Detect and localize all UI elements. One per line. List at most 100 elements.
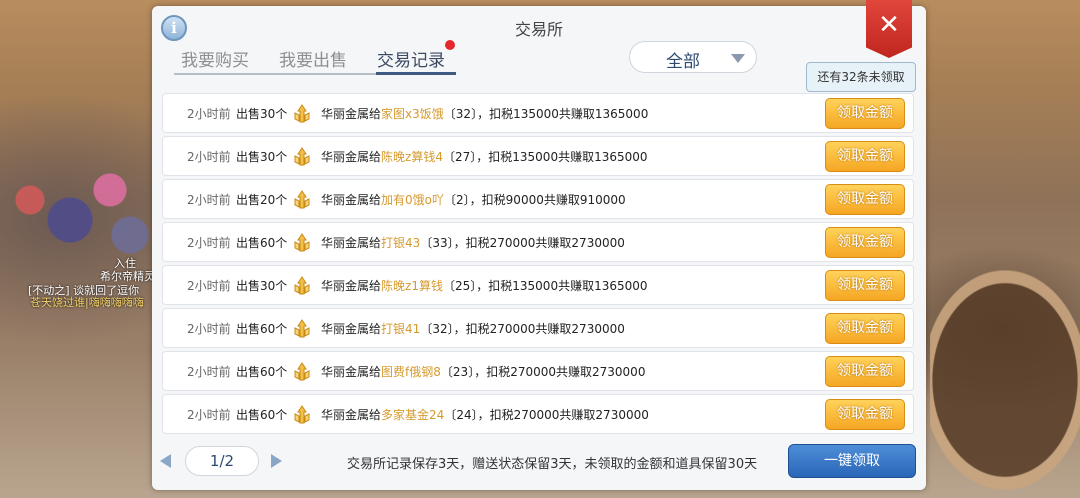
record-buyer-prefix: 华丽金属给 bbox=[321, 365, 382, 379]
record-buyer-prefix: 华丽金属给 bbox=[321, 408, 382, 422]
claim-amount-button[interactable]: 领取金额 bbox=[825, 98, 905, 129]
record-row: 2小时前 出售30个 华丽金属给陈晚z算钱4〔27〕，扣税135000共赚取1365… bbox=[162, 136, 914, 176]
claim-amount-button[interactable]: 领取金额 bbox=[825, 399, 905, 430]
record-time: 2小时前 bbox=[187, 236, 231, 250]
metal-item-icon bbox=[291, 361, 313, 383]
record-qty-open: 〔 bbox=[420, 322, 433, 336]
background-chat: 苍天饶过谁|嗨嗨嗨嗨嗨 bbox=[30, 296, 144, 309]
record-qty: 33 bbox=[432, 236, 448, 250]
record-row: 2小时前 出售30个 华丽金属给陈晚z1算钱〔25〕，扣税135000共赚取1365… bbox=[162, 265, 914, 305]
record-action: 出售30个 bbox=[236, 107, 288, 121]
active-tab-indicator bbox=[376, 72, 456, 75]
metal-item-icon bbox=[291, 146, 313, 168]
claim-amount-button[interactable]: 领取金额 bbox=[825, 227, 905, 258]
claim-amount-button[interactable]: 领取金额 bbox=[825, 270, 905, 301]
record-row: 2小时前 出售60个 华丽金属给打银41〔32〕，扣税270000共赚取273000… bbox=[162, 308, 914, 348]
record-time: 2小时前 bbox=[187, 365, 231, 379]
footer: 1/2 交易所记录保存3天，赠送状态保留3天，未领取的金额和道具保留30天 一键… bbox=[152, 442, 926, 490]
record-action: 出售60个 bbox=[236, 365, 288, 379]
record-action: 出售60个 bbox=[236, 322, 288, 336]
record-buyer-prefix: 华丽金属给 bbox=[321, 193, 382, 207]
record-action: 出售30个 bbox=[236, 150, 288, 164]
record-description: 华丽金属给打银41〔32〕，扣税270000共赚取2730000 bbox=[321, 320, 625, 337]
record-time: 2小时前 bbox=[187, 408, 231, 422]
record-qty-open: 〔 bbox=[444, 408, 457, 422]
record-time: 2小时前 bbox=[187, 193, 231, 207]
record-buyer-name: 陈晚z算钱4 bbox=[381, 150, 443, 164]
record-buyer-prefix: 华丽金属给 bbox=[321, 279, 382, 293]
claim-amount-button[interactable]: 领取金额 bbox=[825, 141, 905, 172]
record-qty: 32 bbox=[455, 107, 472, 121]
record-buyer-name: 打银43 bbox=[381, 236, 421, 250]
record-row: 2小时前 出售20个 华丽金属给加有0饿o吖〔2〕，扣税90000共赚取910000… bbox=[162, 179, 914, 219]
claim-amount-button[interactable]: 领取金额 bbox=[825, 356, 905, 387]
record-qty: 2 bbox=[456, 193, 464, 207]
tab-records[interactable]: 交易记录 bbox=[377, 46, 445, 71]
record-description: 华丽金属给加有0饿o吖〔2〕，扣税90000共赚取910000 bbox=[321, 191, 626, 208]
close-icon: ✕ bbox=[878, 10, 900, 40]
record-description: 华丽金属给陈晚z1算钱〔25〕，扣税135000共赚取1365000 bbox=[321, 277, 648, 294]
record-action: 出售20个 bbox=[236, 193, 288, 207]
record-tax: ，扣税90000共赚取910000 bbox=[469, 193, 626, 207]
exchange-panel: i 交易所 我要购买 我要出售 交易记录 全部 ✕ 还有32条未领取 2小时前出… bbox=[152, 0, 926, 490]
record-tax: ，扣税270000共赚取2730000 bbox=[453, 322, 625, 336]
record-qty: 24 bbox=[456, 408, 472, 422]
record-description: 华丽金属给陈晚z算钱4〔27〕，扣税135000共赚取1365000 bbox=[321, 148, 648, 165]
prev-page-icon[interactable] bbox=[160, 454, 171, 468]
record-row: 2小时前 出售60个 华丽金属给多家基金24〔24〕，扣税270000共赚取2730… bbox=[162, 394, 914, 434]
record-row: 2小时前 出售30个 华丽金属给家图x3饭饿〔32〕，扣税135000共赚取1365… bbox=[162, 93, 914, 133]
record-qty-open: 〔 bbox=[442, 279, 455, 293]
record-tax: ，扣税135000共赚取1365000 bbox=[476, 279, 648, 293]
retention-note: 交易所记录保存3天，赠送状态保留3天，未领取的金额和道具保留30天 bbox=[347, 457, 758, 472]
record-qty-open: 〔 bbox=[442, 150, 455, 164]
record-qty: 27 bbox=[454, 150, 471, 164]
notification-dot bbox=[445, 40, 455, 50]
record-qty-open: 〔 bbox=[440, 365, 453, 379]
collect-all-button[interactable]: 一键领取 bbox=[788, 444, 916, 478]
record-tax: ，扣税270000共赚取2730000 bbox=[477, 408, 649, 422]
record-action: 出售30个 bbox=[236, 279, 288, 293]
next-page-icon[interactable] bbox=[271, 454, 282, 468]
metal-item-icon bbox=[291, 189, 313, 211]
record-buyer-name: 陈晚z1算钱 bbox=[381, 279, 443, 293]
record-description: 华丽金属给图费f俄钢8〔23〕，扣税270000共赚取2730000 bbox=[321, 363, 645, 380]
record-row: 2小时前 出售60个 华丽金属给图费f俄钢8〔23〕，扣税270000共赚取2730… bbox=[162, 351, 914, 391]
record-buyer-prefix: 华丽金属给 bbox=[321, 150, 382, 164]
panel-title: 交易所 bbox=[514, 20, 563, 39]
record-buyer-name: 图费f俄钢8 bbox=[381, 365, 441, 379]
background-characters bbox=[0, 150, 160, 270]
record-action: 出售60个 bbox=[236, 236, 288, 250]
record-qty-open: 〔 bbox=[443, 107, 456, 121]
record-buyer-name: 家图x3饭饿 bbox=[381, 107, 444, 121]
record-description: 华丽金属给家图x3饭饿〔32〕，扣税135000共赚取1365000 bbox=[321, 105, 648, 122]
record-qty: 32 bbox=[432, 322, 448, 336]
claim-amount-button[interactable]: 领取金额 bbox=[825, 184, 905, 215]
record-tax: ，扣税135000共赚取1365000 bbox=[477, 107, 649, 121]
tab-sell[interactable]: 我要出售 bbox=[279, 46, 347, 71]
record-tax: ，扣税270000共赚取2730000 bbox=[453, 236, 625, 250]
record-time: 2小时前 bbox=[187, 107, 231, 121]
record-description: 华丽金属给多家基金24〔24〕，扣税270000共赚取2730000 bbox=[321, 406, 649, 423]
record-buyer-name: 加有0饿o吖 bbox=[381, 193, 444, 207]
record-buyer-name: 多家基金24 bbox=[381, 408, 445, 422]
unclaimed-tooltip: 还有32条未领取 bbox=[806, 62, 916, 92]
chevron-down-icon bbox=[731, 54, 745, 63]
record-buyer-prefix: 华丽金属给 bbox=[321, 322, 382, 336]
metal-item-icon bbox=[291, 404, 313, 426]
close-button[interactable]: ✕ bbox=[866, 0, 912, 58]
metal-item-icon bbox=[291, 103, 313, 125]
page-indicator: 1/2 bbox=[185, 446, 259, 476]
claim-amount-button[interactable]: 领取金额 bbox=[825, 313, 905, 344]
record-description: 华丽金属给打银43〔33〕，扣税270000共赚取2730000 bbox=[321, 234, 625, 251]
metal-item-icon bbox=[291, 275, 313, 297]
tab-buy[interactable]: 我要购买 bbox=[181, 46, 249, 71]
metal-item-icon bbox=[291, 232, 313, 254]
record-qty: 23 bbox=[452, 365, 469, 379]
record-time: 2小时前 bbox=[187, 150, 231, 164]
record-tax: ，扣税135000共赚取1365000 bbox=[476, 150, 648, 164]
record-time: 2小时前 bbox=[187, 279, 231, 293]
metal-item-icon bbox=[291, 318, 313, 340]
record-row: 2小时前 出售60个 华丽金属给打银43〔33〕，扣税270000共赚取273000… bbox=[162, 222, 914, 262]
filter-dropdown[interactable]: 全部 bbox=[629, 41, 757, 73]
background-archway bbox=[930, 200, 1080, 498]
